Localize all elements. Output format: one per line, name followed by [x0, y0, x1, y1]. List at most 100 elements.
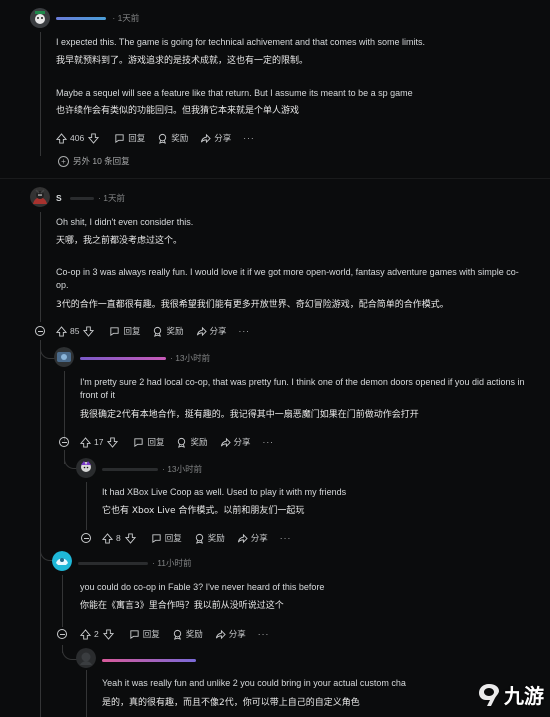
thread-line[interactable]: [64, 371, 65, 441]
comment-text-en: Co-op in 3 was always really fun. I woul…: [56, 267, 519, 290]
collapse-thread-icon[interactable]: [57, 629, 67, 639]
award-icon: [159, 133, 167, 144]
award-button[interactable]: 奖励: [194, 532, 225, 544]
avatar[interactable]: [54, 347, 74, 367]
reply-button[interactable]: 回复: [151, 532, 182, 544]
upvote-icon[interactable]: [56, 132, 67, 144]
username-redacted[interactable]: [80, 357, 166, 361]
share-button[interactable]: 分享: [215, 628, 246, 640]
watermark-text: 九游: [504, 684, 544, 708]
share-button[interactable]: 分享: [200, 132, 231, 144]
comment-text-zh: 也许续作会有类似的功能回归。但我猜它本来就是个单人游戏: [56, 106, 300, 116]
avatar[interactable]: [30, 8, 50, 28]
username-redacted[interactable]: [78, 562, 148, 566]
comment-text-en: Oh shit, I didn't even consider this.: [56, 217, 194, 227]
reply-icon: [152, 533, 161, 543]
expand-icon: +: [58, 155, 69, 167]
reply-label: 回复: [123, 326, 141, 336]
watermark-logo-icon: [479, 683, 499, 706]
award-button[interactable]: 奖励: [152, 325, 184, 337]
username-redacted[interactable]: [102, 659, 196, 663]
avatar[interactable]: [76, 648, 96, 668]
share-button[interactable]: 分享: [220, 436, 251, 448]
share-label: 分享: [228, 629, 246, 639]
comment-meta: · 11小时前: [78, 557, 192, 569]
more-options-icon[interactable]: ···: [280, 533, 292, 543]
award-icon: [178, 437, 186, 448]
avatar[interactable]: [76, 458, 96, 478]
reply-button[interactable]: 回复: [114, 132, 145, 144]
avatar[interactable]: [52, 551, 72, 571]
comment-text-zh: 是的，真的很有趣，而且不像2代，你可以带上自己的自定义角色: [102, 698, 360, 708]
award-button[interactable]: 奖励: [157, 132, 188, 144]
upvote-icon[interactable]: [80, 628, 91, 640]
reply-button[interactable]: 回复: [129, 628, 160, 640]
vote-count: 406: [70, 133, 85, 143]
comment-text-en: Yeah it was really fun and unlike 2 you …: [102, 678, 406, 688]
comment-time: 13小时前: [167, 464, 203, 474]
reply-label: 回复: [164, 533, 182, 543]
comment-actions: 85 回复 奖励 分享 ···: [56, 324, 262, 338]
share-icon: [237, 533, 248, 543]
reply-label: 回复: [147, 437, 165, 447]
comment-text-zh: 你能在《寓言3》里合作吗？我以前从没听说过这个: [80, 601, 284, 611]
comment-text-zh: 我很确定2代有本地合作，挺有趣的。我记得其中一扇恶魔门如果在门前做动作会打开: [80, 410, 419, 420]
award-label: 奖励: [207, 533, 225, 543]
more-options-icon[interactable]: ···: [258, 629, 270, 639]
award-button[interactable]: 奖励: [172, 628, 203, 640]
downvote-icon[interactable]: [124, 532, 136, 544]
collapse-thread-icon[interactable]: [81, 533, 91, 543]
comment-actions: 406 回复 奖励 分享 ···: [56, 131, 267, 145]
comment-meta: [102, 655, 200, 665]
award-label: 奖励: [190, 437, 208, 447]
award-icon: [195, 533, 203, 544]
more-replies-link[interactable]: + 另外 10 条回复: [58, 155, 130, 167]
upvote-icon[interactable]: [80, 436, 91, 448]
thread-line[interactable]: [86, 670, 87, 717]
downvote-icon[interactable]: [102, 628, 114, 640]
upvote-icon[interactable]: [102, 532, 113, 544]
award-icon: [154, 326, 162, 337]
username-redacted[interactable]: [56, 17, 106, 21]
username-redacted[interactable]: [102, 468, 158, 472]
thread-line[interactable]: [40, 340, 41, 717]
collapse-thread-icon[interactable]: [59, 437, 69, 447]
award-label: 奖励: [166, 326, 184, 336]
reply-button[interactable]: 回复: [133, 436, 164, 448]
comment-time: 1天前: [117, 13, 140, 23]
collapse-thread-icon[interactable]: [35, 326, 45, 336]
more-options-icon[interactable]: ···: [263, 437, 275, 447]
more-options-icon[interactable]: ···: [243, 133, 255, 143]
avatar[interactable]: [30, 187, 50, 207]
downvote-icon[interactable]: [83, 325, 95, 337]
reply-button[interactable]: 回复: [109, 325, 140, 337]
downvote-icon[interactable]: [88, 132, 100, 144]
share-button[interactable]: 分享: [237, 532, 268, 544]
comment-meta: · 1天前: [56, 12, 139, 24]
reply-icon: [134, 437, 144, 447]
reply-label: 回复: [142, 629, 160, 639]
comment-text-en: It had XBox Live Coop as well. Used to p…: [102, 487, 347, 497]
comment-time: 11小时前: [157, 558, 192, 568]
award-icon: [173, 629, 181, 640]
share-icon: [220, 437, 231, 447]
share-icon: [196, 326, 207, 336]
thread-line[interactable]: [86, 482, 87, 530]
share-icon: [201, 133, 211, 143]
thread-line[interactable]: [40, 32, 41, 156]
comment-actions: 17 回复 奖励 分享 ···: [80, 435, 286, 449]
thread-connector: [40, 340, 55, 359]
comment-username[interactable]: S: [56, 193, 62, 203]
thread-line[interactable]: [40, 212, 41, 322]
award-button[interactable]: 奖励: [176, 436, 208, 448]
more-options-icon[interactable]: ···: [239, 326, 251, 336]
username-redacted[interactable]: [70, 197, 95, 201]
thread-line[interactable]: [62, 575, 63, 627]
upvote-icon[interactable]: [56, 325, 67, 337]
share-button[interactable]: 分享: [196, 325, 227, 337]
downvote-icon[interactable]: [107, 436, 119, 448]
vote-count: 2: [94, 629, 99, 639]
vote-count: 8: [116, 533, 121, 543]
reply-icon: [115, 133, 124, 143]
comment-time: 13小时前: [175, 353, 211, 363]
